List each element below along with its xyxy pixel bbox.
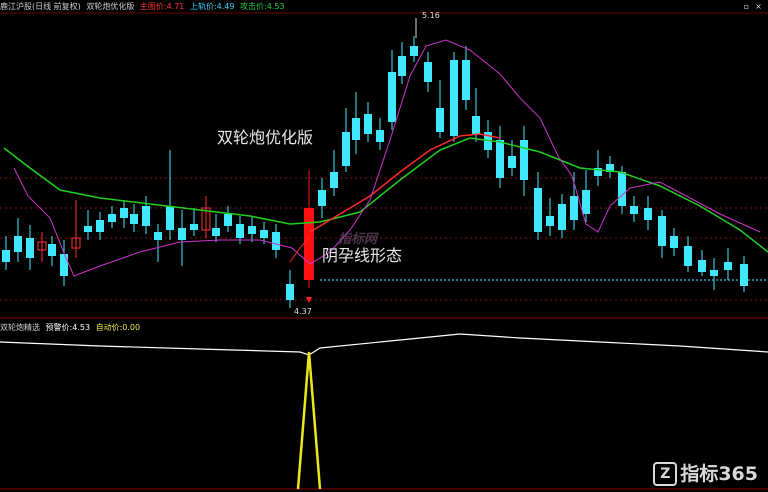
candle-body: [166, 206, 174, 230]
candle-body: [120, 208, 128, 218]
sub-value-auto: 自动价:0.00: [95, 323, 141, 332]
candle-body: [96, 220, 104, 232]
candle-body: [520, 140, 528, 180]
indicator-line: [0, 333, 768, 356]
candle-body: [142, 206, 150, 226]
sub-value-warning: 预警价:4.53: [45, 323, 91, 332]
candle-body: [376, 130, 384, 142]
candle-body: [462, 60, 470, 100]
candle-body: [710, 270, 718, 276]
candle-body: [130, 214, 138, 224]
candle-body: [14, 236, 22, 252]
candle-body: [582, 190, 590, 214]
sub-indicator-name: 双轮炮精选: [0, 323, 40, 332]
candle-body: [84, 226, 92, 232]
candle-body: [178, 228, 186, 240]
candle-body: [398, 56, 406, 76]
candle-body: [212, 228, 220, 236]
sub-chart-header: 双轮炮精选 预警价:4.53 自动价:0.00: [0, 322, 143, 334]
candle-body: [286, 284, 294, 300]
candle-body: [644, 208, 652, 220]
brand-text: 指标365: [680, 462, 758, 485]
green-ma-line: [3, 137, 768, 253]
candle-body: [342, 132, 350, 166]
brand-logo: Z 指标365: [653, 459, 758, 486]
candle-body: [436, 108, 444, 132]
candle-body: [670, 236, 678, 248]
brand-z-icon: Z: [653, 462, 678, 486]
indicator-title-annotation: 双轮炮优化版: [217, 128, 314, 147]
candle-body: [410, 46, 418, 56]
candle-body: [154, 232, 162, 240]
candle-body: [450, 60, 458, 136]
candle-body: [534, 188, 542, 232]
candle-body: [304, 208, 314, 280]
watermark-logo: 指标网: [338, 232, 378, 247]
candle-body: [724, 262, 732, 270]
candle-body: [190, 224, 198, 230]
signal-spike: [296, 351, 322, 490]
candle-body: [388, 72, 396, 122]
candle-body: [260, 230, 268, 238]
candle-body: [496, 140, 504, 178]
candle-body: [364, 114, 372, 134]
candle-body: [684, 246, 692, 266]
candle-body: [424, 62, 432, 82]
candle-body: [48, 244, 56, 256]
candle-body: [658, 216, 666, 246]
candle-body: [570, 196, 578, 220]
candle-body: [272, 232, 280, 250]
low-price-label: 4.37: [294, 307, 312, 316]
candle-body: [318, 190, 326, 206]
candle-body: [108, 214, 116, 222]
candle-body: [236, 224, 244, 238]
candle-body: [698, 260, 706, 272]
candle-body: [2, 250, 10, 262]
candle-body: [60, 254, 68, 276]
candle-body: [26, 238, 34, 258]
candle-body: [352, 118, 360, 140]
candle-body: [618, 172, 626, 206]
candle-body: [330, 172, 338, 188]
candle-body: [472, 116, 480, 134]
band-line: [13, 39, 761, 277]
candle-body: [740, 264, 748, 286]
candle-body: [508, 156, 516, 168]
high-price-label: 5.16: [422, 11, 440, 20]
candle-body: [558, 204, 566, 230]
candle-body: [224, 214, 232, 226]
candle-body: [248, 226, 256, 234]
candle-body: [546, 216, 554, 226]
candle-body: [630, 206, 638, 214]
